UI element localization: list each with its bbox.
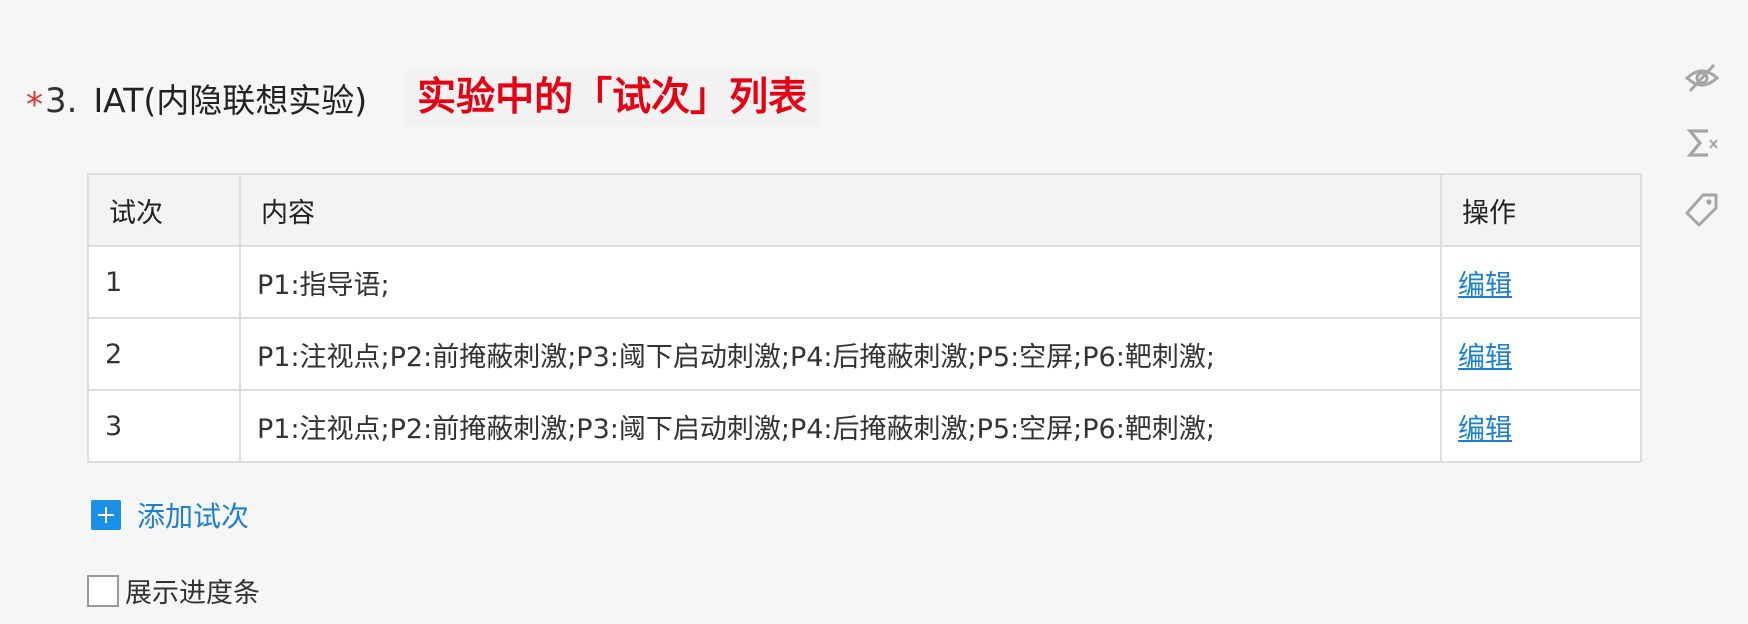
table-row: 1 P1:指导语; 编辑 <box>87 245 1642 319</box>
edit-link[interactable]: 编辑 <box>1458 414 1512 445</box>
required-indicator: * <box>26 85 43 125</box>
show-progress-checkbox[interactable] <box>87 574 119 607</box>
column-header-content: 内容 <box>239 173 1442 247</box>
add-trial-button[interactable]: 添加试次 <box>91 495 249 535</box>
table-row: 2 P1:注视点;P2:前掩蔽刺激;P3:阈下启动刺激;P4:后掩蔽刺激;P5:… <box>87 317 1642 391</box>
column-header-operation: 操作 <box>1440 173 1642 247</box>
table-row: 3 P1:注视点;P2:前掩蔽刺激;P3:阈下启动刺激;P4:后掩蔽刺激;P5:… <box>87 389 1642 463</box>
edit-link[interactable]: 编辑 <box>1458 270 1512 301</box>
annotation-label: 实验中的「试次」列表 <box>403 70 822 126</box>
trial-number-cell: 2 <box>87 317 241 391</box>
trial-number-cell: 1 <box>87 245 241 319</box>
show-progress-option[interactable]: 展示进度条 <box>87 571 260 610</box>
trial-content-cell: P1:注视点;P2:前掩蔽刺激;P3:阈下启动刺激;P4:后掩蔽刺激;P5:空屏… <box>239 389 1442 463</box>
question-number: 3. <box>45 81 78 121</box>
operation-cell: 编辑 <box>1440 317 1642 391</box>
question-side-toolbar <box>1682 58 1726 256</box>
edit-link[interactable]: 编辑 <box>1458 342 1512 373</box>
tag-icon[interactable] <box>1682 190 1722 230</box>
plus-icon[interactable] <box>91 500 121 530</box>
question-title[interactable]: IAT(内隐联想实验) <box>93 74 367 122</box>
question-header: * 3. IAT(内隐联想实验) 实验中的「试次」列表 <box>26 70 822 126</box>
trial-content-cell: P1:注视点;P2:前掩蔽刺激;P3:阈下启动刺激;P4:后掩蔽刺激;P5:空屏… <box>239 317 1442 391</box>
sigma-formula-icon[interactable] <box>1682 124 1722 164</box>
show-progress-label[interactable]: 展示进度条 <box>125 571 260 610</box>
trial-table: 试次 内容 操作 1 P1:指导语; 编辑 2 P1:注视点;P2:前掩蔽刺激;… <box>87 173 1642 463</box>
operation-cell: 编辑 <box>1440 389 1642 463</box>
add-trial-label[interactable]: 添加试次 <box>137 495 249 535</box>
trial-number-cell: 3 <box>87 389 241 463</box>
table-header-row: 试次 内容 操作 <box>87 173 1642 247</box>
trial-content-cell: P1:指导语; <box>239 245 1442 319</box>
operation-cell: 编辑 <box>1440 245 1642 319</box>
column-header-trial: 试次 <box>87 173 241 247</box>
eye-slash-icon[interactable] <box>1682 58 1722 98</box>
